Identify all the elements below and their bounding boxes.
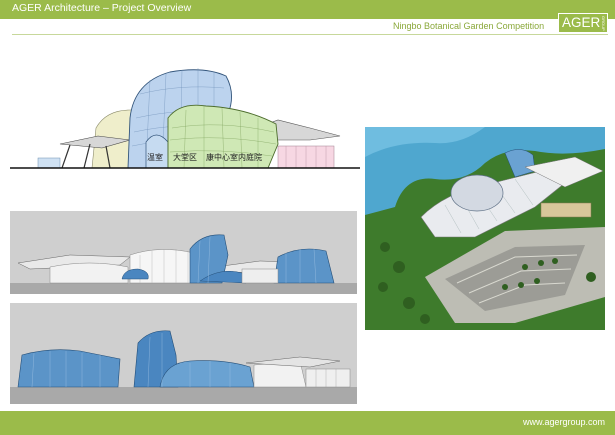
label-greenhouse: 温室 — [147, 152, 163, 162]
header-bar: AGER Architecture – Project Overview — [0, 0, 615, 19]
footer-bar: www.agergroup.com — [0, 411, 615, 435]
ager-logo: AGER GROUP — [558, 13, 608, 33]
section-elevation-drawing: 温室 大堂区 康中心室内庭院 — [10, 68, 360, 169]
logo-text: AGER — [562, 15, 601, 30]
render-front-view — [10, 211, 357, 294]
label-main-hall: 大堂区 — [173, 152, 197, 162]
render-rear-view — [10, 303, 357, 404]
project-subtitle: Ningbo Botanical Garden Competition — [393, 21, 545, 31]
label-courtyard: 康中心室内庭院 — [206, 152, 262, 162]
logo-subtext: GROUP — [601, 16, 606, 31]
page-title: AGER Architecture – Project Overview — [12, 2, 192, 14]
header-divider — [12, 34, 608, 35]
footer-url[interactable]: www.agergroup.com — [523, 417, 605, 427]
aerial-site-render — [365, 127, 605, 330]
